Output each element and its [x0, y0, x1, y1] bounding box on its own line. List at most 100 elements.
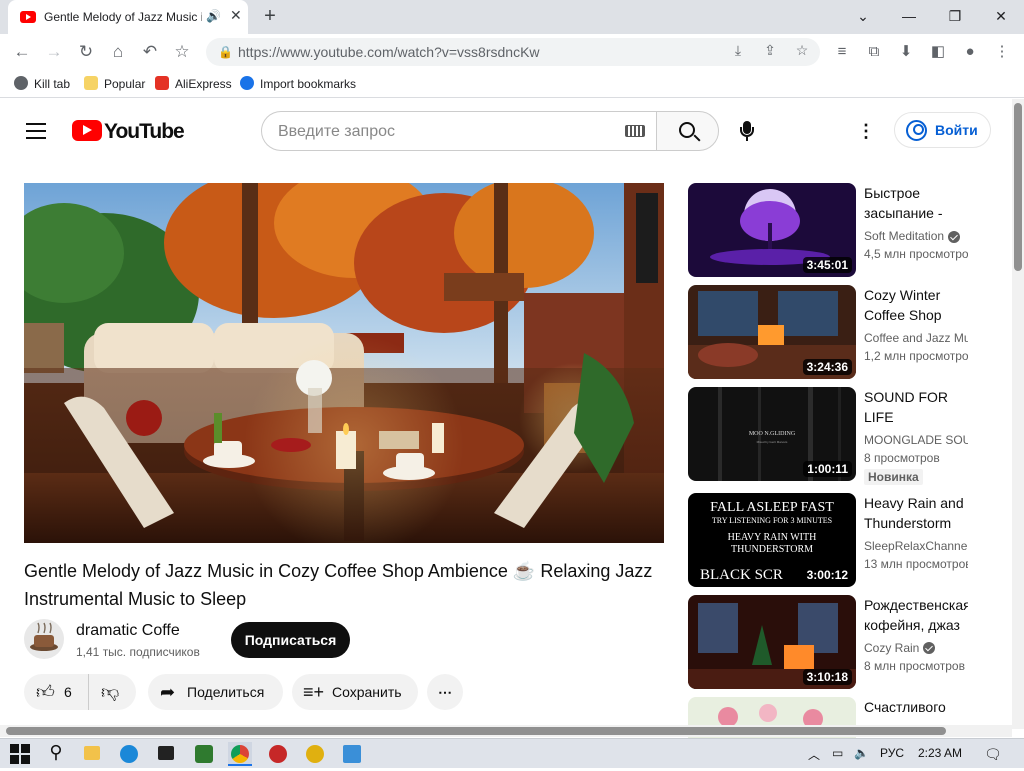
file-explorer-icon[interactable] [80, 742, 104, 766]
scrollbar-thumb[interactable] [6, 727, 946, 735]
app-magnifier-icon[interactable] [340, 742, 364, 766]
playlist-add-icon: ≡+ [303, 682, 325, 702]
sign-in-button[interactable]: Войти [894, 112, 991, 148]
subscribe-button[interactable]: Подписаться [231, 622, 350, 658]
clock[interactable]: 2:23 AM [918, 746, 962, 760]
video-duration: 3:00:12 [802, 567, 852, 583]
address-bar[interactable]: 🔒 https://www.youtube.com/watch?v=vss8rs… [206, 38, 820, 66]
video-thumbnail[interactable]: 3:10:18 [688, 595, 856, 689]
dislike-button[interactable]: 👎︎ [88, 674, 136, 710]
video-thumbnail[interactable]: 3:24:36 [688, 285, 856, 379]
like-button[interactable]: 👍︎ 6 [24, 674, 88, 710]
minimize-button[interactable]: — [894, 4, 924, 28]
related-video-item[interactable]: 3:45:01 Быстрое засыпание - Музыка для с… [688, 183, 968, 277]
tab-search-chevron-icon[interactable]: ⌄ [848, 4, 878, 28]
scrollbar-thumb[interactable] [1014, 103, 1022, 271]
bookmark-popular[interactable]: Popular [84, 76, 145, 91]
related-title: Heavy Rain and Thunderstorm Sounds [864, 495, 964, 531]
settings-more-icon[interactable]: ⋮ [856, 121, 876, 141]
download-icon[interactable]: ⬇ [894, 40, 918, 64]
sign-in-label: Войти [935, 122, 978, 138]
new-tab-button[interactable]: + [258, 4, 282, 28]
save-button[interactable]: ≡+ Сохранить [292, 674, 418, 710]
app-yellow-icon[interactable] [303, 742, 327, 766]
share-label: Поделиться [187, 684, 265, 700]
tab-close-icon[interactable]: ✕ [230, 7, 242, 24]
tab-audio-icon[interactable]: 🔊 [206, 9, 221, 23]
related-video-item[interactable]: FALL ASLEEP FAST TRY LISTENING FOR 3 MIN… [688, 493, 968, 587]
related-video-item[interactable]: MOO N.GLIDING Mixed by Gerit Marvets 1:0… [688, 387, 968, 481]
back-arrow-icon[interactable]: ← [10, 40, 34, 64]
language-indicator[interactable]: РУС [880, 746, 904, 760]
reading-list-icon[interactable]: ≡ [830, 40, 854, 64]
close-window-button[interactable]: ✕ [986, 4, 1016, 28]
chrome-icon[interactable] [228, 742, 252, 766]
horizontal-scrollbar[interactable] [0, 725, 1012, 737]
side-panel-icon[interactable]: ◧ [926, 40, 950, 64]
store-icon[interactable] [154, 742, 178, 766]
video-title: Gentle Melody of Jazz Music in Cozy Coff… [24, 561, 653, 609]
thumb-line-5: BLACK SCR [700, 567, 783, 583]
video-thumbnail[interactable]: 3:45:01 [688, 183, 856, 277]
share-icon[interactable]: ⇪ [760, 42, 780, 59]
install-app-icon[interactable]: ⤓ [728, 42, 748, 59]
star-icon[interactable]: ☆ [170, 40, 194, 64]
bookmark-label: AliExpress [175, 77, 232, 91]
verified-icon [948, 231, 960, 243]
thumb-line-2: TRY LISTENING FOR 3 MINUTES [712, 516, 832, 525]
video-duration: 3:45:01 [802, 257, 852, 273]
volume-muted-icon[interactable]: 🔈 [854, 746, 869, 760]
search-icon [679, 122, 695, 138]
antivirus-icon[interactable] [192, 742, 216, 766]
verified-icon [923, 642, 936, 654]
related-title: Быстрое засыпание - Музыка для сна [864, 185, 943, 221]
thumb-line-1: FALL ASLEEP FAST [710, 500, 834, 515]
url-text[interactable]: https://www.youtube.com/watch?v=vss8rsdn… [238, 44, 540, 60]
edge-icon[interactable] [117, 742, 141, 766]
windows-taskbar: ⚲ ︿ ▭ 🔈 РУС 2:23 AM 🗨 [0, 738, 1024, 768]
more-actions-icon[interactable]: ⋯ [427, 674, 463, 710]
tray-chevron-icon[interactable]: ︿ [808, 746, 820, 763]
channel-avatar[interactable] [24, 619, 64, 659]
bookmark-star-icon[interactable]: ☆ [792, 42, 812, 59]
related-video-item[interactable]: 3:24:36 Cozy Winter Coffee Shop Ambience… [688, 285, 968, 379]
bookmarks-bar: Kill tab Popular AliExpress Import bookm… [0, 70, 1024, 98]
channel-name[interactable]: dramatic Coffe [76, 622, 180, 640]
hamburger-menu-icon[interactable] [26, 123, 46, 139]
vertical-scrollbar[interactable] [1012, 99, 1024, 729]
microphone-icon[interactable] [736, 119, 758, 143]
subscriber-count: 1,41 тыс. подписчиков [76, 645, 200, 659]
video-player[interactable] [24, 183, 664, 543]
app-red-icon[interactable] [266, 742, 290, 766]
bookmark-aliexpress[interactable]: AliExpress [155, 76, 232, 91]
undo-icon[interactable]: ↶ [138, 40, 162, 64]
crop-icon[interactable]: ⧉ [862, 40, 886, 64]
browser-menu-icon[interactable]: ⋮ [990, 40, 1014, 64]
channel-text: Cozy Rain [864, 641, 920, 655]
restore-button[interactable]: ❐ [940, 4, 970, 28]
video-thumbnail[interactable]: FALL ASLEEP FAST TRY LISTENING FOR 3 MIN… [688, 493, 856, 587]
related-channel: MOONGLADE SOUNDS [864, 433, 968, 447]
reload-icon[interactable]: ↻ [74, 40, 98, 64]
keyboard-icon[interactable] [625, 125, 645, 137]
video-thumbnail[interactable]: MOO N.GLIDING Mixed by Gerit Marvets 1:0… [688, 387, 856, 481]
thumb-title-text: MOO N.GLIDING [749, 431, 796, 437]
windows-start-icon[interactable] [8, 742, 32, 766]
related-video-item[interactable]: 3:10:18 Рождественская кофейня, джаз Coz… [688, 595, 968, 689]
search-button[interactable] [656, 111, 719, 151]
video-duration: 3:10:18 [802, 669, 852, 685]
browser-tab-active[interactable]: Gentle Melody of Jazz Music in Cozy Coff… [8, 0, 248, 34]
related-views: 1,2 млн просмотров [864, 349, 968, 363]
home-icon[interactable]: ⌂ [106, 40, 130, 64]
bookmark-kill-tab[interactable]: Kill tab [14, 76, 70, 91]
video-frame-coffee-shop [24, 183, 664, 543]
notifications-icon[interactable]: 🗨 [984, 746, 1002, 763]
thumbs-down-icon: 👎︎ [101, 682, 120, 702]
search-icon[interactable]: ⚲ [44, 742, 68, 766]
search-input[interactable]: Введите запрос [261, 111, 657, 151]
profile-icon[interactable]: ● [958, 40, 982, 64]
bookmark-import[interactable]: Import bookmarks [240, 76, 356, 91]
network-icon[interactable]: ▭ [832, 746, 843, 760]
forward-arrow-icon[interactable]: → [42, 40, 66, 64]
share-button[interactable]: ➦ Поделиться [148, 674, 283, 710]
